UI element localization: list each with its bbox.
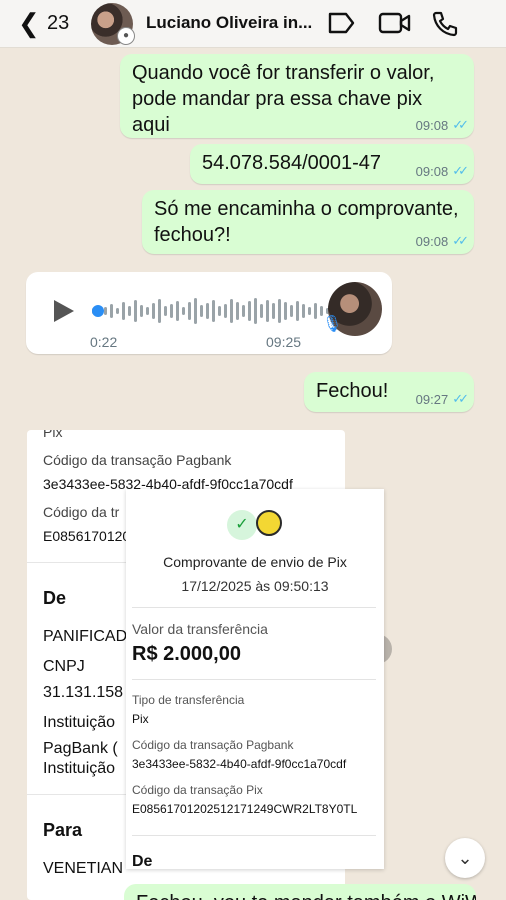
message-time: 09:08 xyxy=(415,117,449,133)
para-name: VENETIAN xyxy=(43,860,124,877)
message-bubble[interactable]: Quando você for transferir o valor, pode… xyxy=(120,54,474,138)
unread-count[interactable]: 23 xyxy=(47,12,69,35)
message-meta: 09:08 ✓✓ xyxy=(415,163,469,179)
video-call-icon[interactable] xyxy=(378,9,412,37)
message-time: 09:25 xyxy=(266,334,302,350)
cnpj-label: CNPJ xyxy=(43,658,85,675)
instituicao-label: Instituição xyxy=(43,714,116,731)
chevron-down-icon: ⌄ xyxy=(457,848,473,868)
pix-code: E08561701202512171249CWR2LT8Y0TL xyxy=(132,802,358,816)
para-heading: Para xyxy=(43,820,83,840)
pagbank-code-label: Código da transação Pagbank xyxy=(43,452,232,468)
pix-label: Pix xyxy=(43,430,63,440)
back-chevron-icon[interactable]: ❮ xyxy=(18,10,40,36)
instituicao-value: PagBank ( xyxy=(43,740,118,757)
pagbank-code-label: Código da transação Pagbank xyxy=(132,738,294,752)
message-time: 09:08 xyxy=(415,233,449,249)
receipt-datetime: 17/12/2025 às 09:50:13 xyxy=(181,578,329,594)
pagbank-logo xyxy=(256,510,282,536)
read-ticks-icon: ✓✓ xyxy=(452,233,469,248)
pix-code: E0856170120 xyxy=(43,528,131,544)
message-bubble[interactable]: Fechou! 09:27 ✓✓ xyxy=(304,372,474,412)
read-ticks-icon: ✓✓ xyxy=(452,163,469,178)
de-name: PANIFICAD xyxy=(43,628,128,645)
microphone-icon: 🎙 xyxy=(322,316,343,333)
de-heading: De xyxy=(132,853,153,869)
divider xyxy=(132,607,376,608)
instituicao-value-2: Instituição xyxy=(43,760,116,777)
receipt-image-front[interactable]: ✓ Comprovante de envio de Pix 17/12/2025… xyxy=(126,489,384,869)
check-icon: ✓ xyxy=(227,510,257,540)
pix-code-label: Código da transação Pix xyxy=(132,783,263,797)
audio-message[interactable]: 0:22 09:25 🎙 xyxy=(26,272,392,354)
valor-amount: R$ 2.000,00 xyxy=(132,643,241,665)
playback-position-dot[interactable] xyxy=(92,305,104,317)
message-meta: 09:08 ✓✓ xyxy=(415,233,469,249)
label-tag-icon[interactable] xyxy=(326,9,356,37)
message-time: 09:08 xyxy=(415,163,449,179)
cnpj-value: 31.131.158 xyxy=(43,684,124,701)
read-ticks-icon: ✓✓ xyxy=(452,117,469,132)
read-ticks-icon: ✓✓ xyxy=(452,391,469,406)
message-time: 09:27 xyxy=(415,391,449,407)
tipo-value: Pix xyxy=(132,712,149,726)
contact-name[interactable]: Luciano Oliveira in... xyxy=(146,13,316,33)
pagbank-code: 3e3433ee-5832-4b40-afdf-9f0cc1a70cdf xyxy=(132,757,347,771)
pix-code-label: Código da tr xyxy=(43,504,120,520)
play-icon[interactable] xyxy=(54,300,74,322)
message-bubble[interactable]: 54.078.584/0001-47 09:08 ✓✓ xyxy=(190,144,474,184)
divider xyxy=(132,835,376,836)
message-bubble[interactable]: Só me encaminha o comprovante, fechou?! … xyxy=(142,190,474,254)
tipo-label: Tipo de transferência xyxy=(132,693,245,707)
audio-elapsed: 0:22 xyxy=(90,334,118,350)
status-badge-icon: ● xyxy=(117,27,135,45)
chat-header: ❮ 23 ● Luciano Oliveira in... xyxy=(0,0,506,48)
message-text: Quando você for transferir o valor, pode… xyxy=(132,62,435,136)
message-text: Fechou, vou te mandar também o WiWilli xyxy=(136,892,476,900)
scroll-down-button[interactable]: ⌄ xyxy=(445,838,485,878)
voice-call-icon[interactable] xyxy=(430,9,460,37)
valor-label: Valor da transferência xyxy=(132,621,268,637)
message-meta: 09:08 ✓✓ xyxy=(415,117,469,133)
message-bubble[interactable]: Fechou, vou te mandar também o WiWilli xyxy=(124,884,476,900)
de-heading: De xyxy=(43,588,67,608)
receipt-title: Comprovante de envio de Pix xyxy=(163,554,347,570)
divider xyxy=(132,679,376,680)
audio-waveform[interactable] xyxy=(92,297,329,325)
message-meta: 09:27 ✓✓ xyxy=(415,391,469,407)
